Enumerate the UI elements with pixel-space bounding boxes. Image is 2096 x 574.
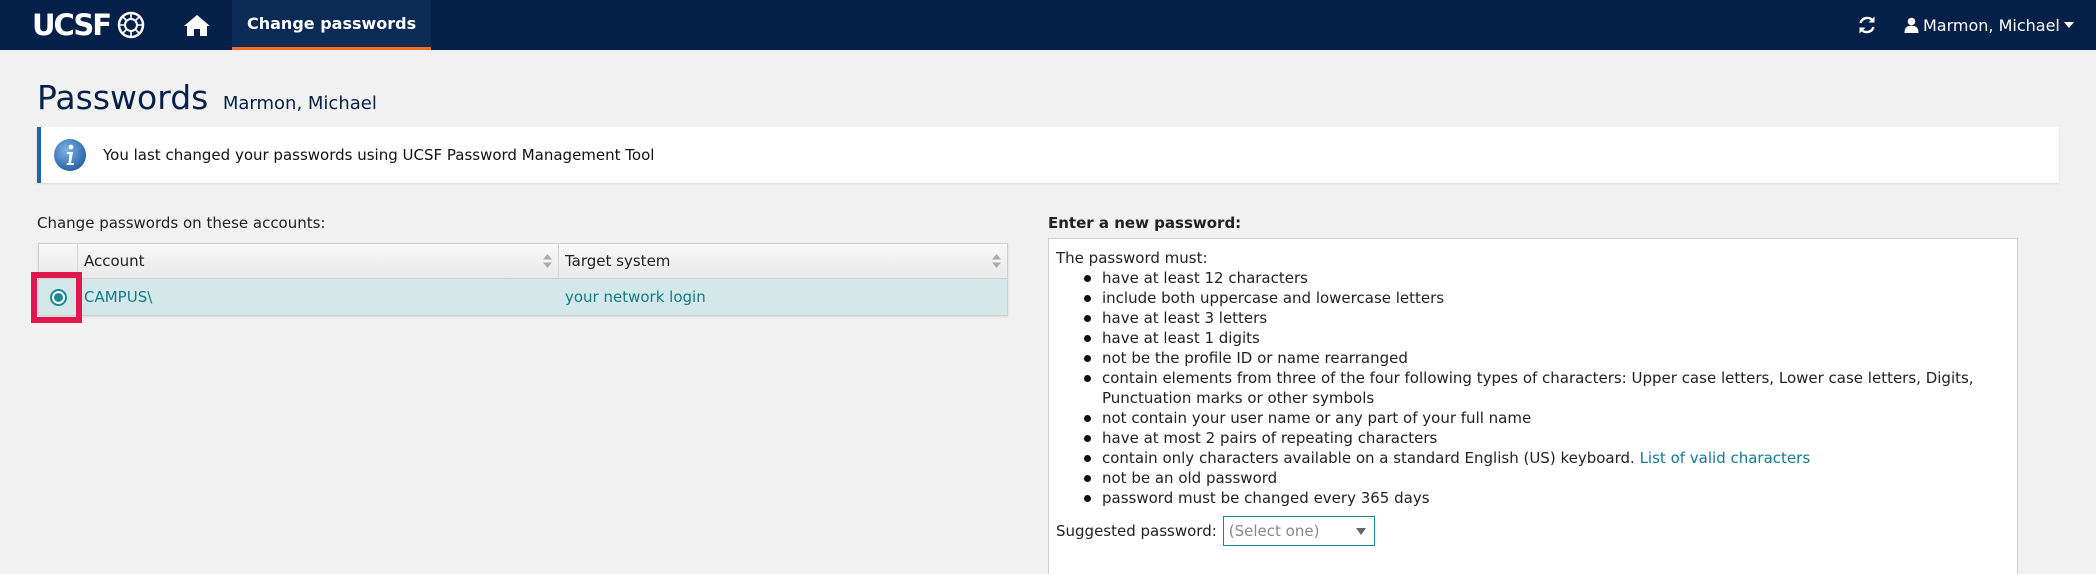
accounts-section-label: Change passwords on these accounts: xyxy=(37,214,326,232)
refresh-button[interactable] xyxy=(1855,13,1879,37)
list-item: contain only characters available on a s… xyxy=(1084,448,1984,468)
list-item: not be an old password xyxy=(1084,468,1984,488)
column-header-target-system[interactable]: Target system xyxy=(559,244,1007,278)
list-item: password must be changed every 365 days xyxy=(1084,488,1984,508)
column-header-account-label: Account xyxy=(84,252,145,270)
column-header-target-label: Target system xyxy=(565,252,671,270)
list-item: not contain your user name or any part o… xyxy=(1084,408,1984,428)
rule-text: contain only characters available on a s… xyxy=(1102,449,1635,467)
info-icon xyxy=(54,139,86,171)
list-item: have at least 1 digits xyxy=(1084,328,1984,348)
info-banner-text: You last changed your passwords using UC… xyxy=(103,146,655,164)
password-rules-panel: The password must: have at least 12 char… xyxy=(1048,238,2018,574)
sort-icon xyxy=(543,254,552,268)
table-header: Account Target system xyxy=(39,244,1007,279)
sort-icon xyxy=(992,254,1001,268)
ucsf-logo[interactable]: UCSF xyxy=(32,8,146,42)
caret-down-icon xyxy=(2063,22,2074,28)
new-password-section-label: Enter a new password: xyxy=(1048,214,1242,232)
page-subtitle: Marmon, Michael xyxy=(222,93,377,114)
chevron-down-icon xyxy=(1355,528,1366,535)
table-row[interactable]: CAMPUS\ your network login xyxy=(39,279,1007,315)
suggested-password-row: Suggested password: (Select one) xyxy=(1056,516,2010,546)
account-cell: CAMPUS\ xyxy=(84,288,153,306)
target-system-cell: your network login xyxy=(565,288,706,306)
home-button[interactable] xyxy=(182,12,212,38)
suggested-password-value: (Select one) xyxy=(1228,522,1320,540)
list-item: have at most 2 pairs of repeating charac… xyxy=(1084,428,1984,448)
list-item: contain elements from three of the four … xyxy=(1084,368,1984,408)
page-title: Passwords Marmon, Michael xyxy=(37,78,377,117)
refresh-icon xyxy=(1859,16,1875,34)
valid-characters-link[interactable]: List of valid characters xyxy=(1640,449,1811,467)
rules-list: have at least 12 characters include both… xyxy=(1084,268,1984,508)
suggested-password-label: Suggested password: xyxy=(1056,522,1217,540)
page-title-text: Passwords xyxy=(37,78,209,117)
seal-icon xyxy=(117,11,145,39)
logo-text: UCSF xyxy=(32,8,112,42)
top-navbar: UCSF Change passwords Marmon, Michael xyxy=(0,0,2096,50)
highlight-annotation xyxy=(31,272,82,323)
list-item: include both uppercase and lowercase let… xyxy=(1084,288,1984,308)
list-item: have at least 12 characters xyxy=(1084,268,1984,288)
rules-intro: The password must: xyxy=(1056,249,1208,267)
info-banner: You last changed your passwords using UC… xyxy=(37,127,2059,183)
list-item: have at least 3 letters xyxy=(1084,308,1984,328)
user-menu[interactable]: Marmon, Michael xyxy=(1904,13,2074,37)
tab-change-passwords[interactable]: Change passwords xyxy=(232,0,432,50)
accounts-table: Account Target system CAMPUS\ your netwo… xyxy=(38,243,1008,316)
suggested-password-select[interactable]: (Select one) xyxy=(1222,516,1375,546)
user-name: Marmon, Michael xyxy=(1923,15,2060,35)
list-item: not be the profile ID or name rearranged xyxy=(1084,348,1984,368)
home-icon xyxy=(184,15,210,36)
user-icon xyxy=(1904,17,1919,33)
column-header-account[interactable]: Account xyxy=(78,244,559,278)
